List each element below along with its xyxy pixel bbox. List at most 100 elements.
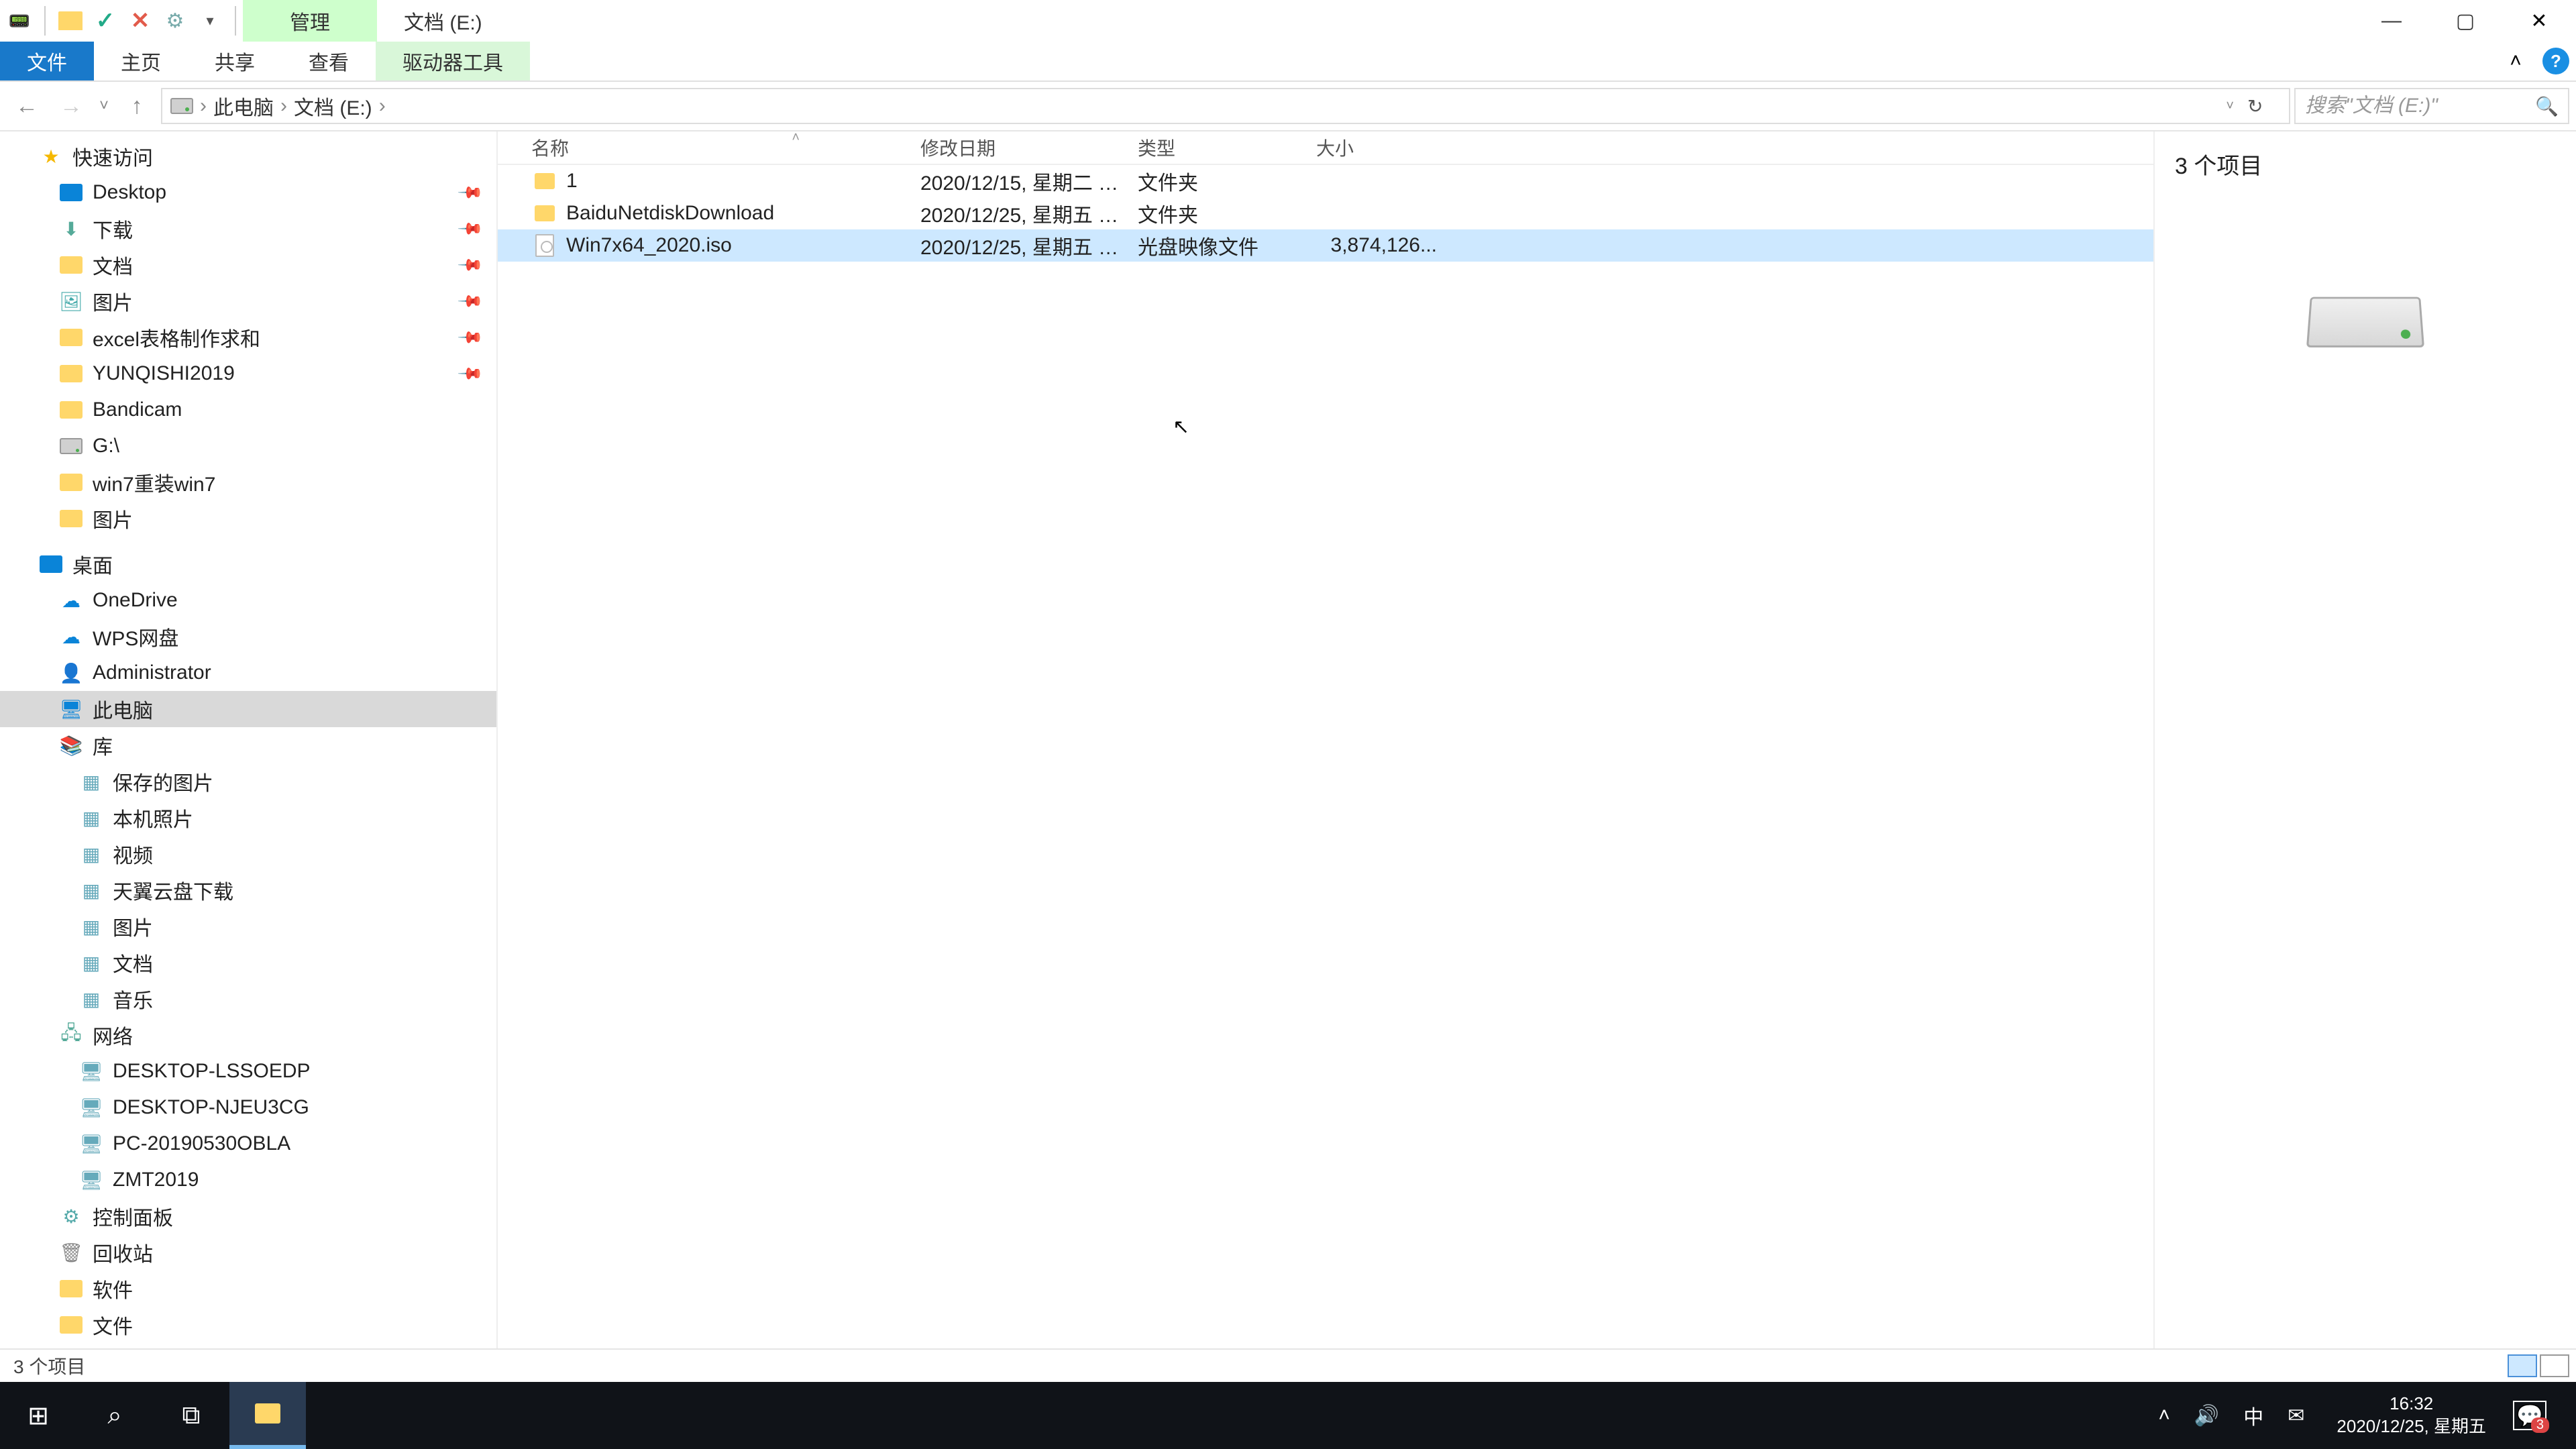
nav-qa-item[interactable]: YUNQISHI2019📌: [0, 356, 496, 392]
tray-chevron-up-icon[interactable]: ˄: [2153, 1404, 2176, 1427]
network-icon: 🖧: [58, 1022, 85, 1049]
nav-library-item[interactable]: ▦音乐: [0, 981, 496, 1017]
taskbar-explorer-button[interactable]: [229, 1382, 306, 1449]
nav-quick-access[interactable]: ★快速访问: [0, 138, 496, 174]
nav-network-item[interactable]: 🖥DESKTOP-LSSOEDP: [0, 1053, 496, 1089]
content-pane: 名称˄ 修改日期 类型 大小 ↖ 12020/12/15, 星期二 1...文件…: [496, 131, 2153, 1348]
nav-recycle-bin[interactable]: 🗑回收站: [0, 1234, 496, 1271]
maximize-button[interactable]: ▢: [2428, 0, 2502, 42]
nav-this-pc[interactable]: 🖥此电脑: [0, 691, 496, 727]
ribbon-tab-file[interactable]: 文件: [0, 42, 94, 80]
nav-library-item[interactable]: ▦保存的图片: [0, 763, 496, 800]
ribbon-tab-home[interactable]: 主页: [94, 42, 188, 80]
titlebar: 📟 ✓ ✕ ⚙ ▾ 管理 文档 (E:) — ▢ ✕: [0, 0, 2576, 42]
nav-library-item[interactable]: ▦天翼云盘下载: [0, 872, 496, 908]
qat-dropdown-icon[interactable]: ▾: [193, 4, 227, 38]
task-view-button[interactable]: ⧉: [153, 1382, 229, 1449]
nav-forward-button[interactable]: →: [51, 86, 91, 126]
refresh-icon[interactable]: ↻: [2247, 95, 2281, 117]
nav-control-panel[interactable]: ⚙控制面板: [0, 1198, 496, 1234]
nav-libraries[interactable]: 📚库: [0, 727, 496, 763]
column-header-date[interactable]: 修改日期: [920, 134, 1138, 161]
nav-item-label: 图片: [93, 504, 133, 533]
view-icons-button[interactable]: [2540, 1354, 2569, 1377]
address-bar[interactable]: › 此电脑 › 文档 (E:) › ˅ ↻: [161, 88, 2290, 124]
nav-desktop[interactable]: 桌面: [0, 546, 496, 582]
ribbon-tab-view[interactable]: 查看: [282, 42, 376, 80]
nav-item-label: 本机照片: [113, 803, 193, 833]
taskbar-search-button[interactable]: ⌕: [76, 1382, 153, 1449]
nav-up-button[interactable]: ↑: [117, 86, 157, 126]
chevron-right-icon[interactable]: ›: [280, 95, 287, 117]
nav-software[interactable]: 软件: [0, 1271, 496, 1307]
ribbon-tab-share[interactable]: 共享: [188, 42, 282, 80]
nav-network-item[interactable]: 🖥DESKTOP-NJEU3CG: [0, 1089, 496, 1126]
nav-library-item[interactable]: ▦本机照片: [0, 800, 496, 836]
folder-icon: [58, 252, 85, 278]
file-list[interactable]: ↖ 12020/12/15, 星期二 1...文件夹BaiduNetdiskDo…: [498, 165, 2153, 1348]
nav-back-button[interactable]: ←: [7, 86, 47, 126]
nav-library-item[interactable]: ▦ 图片: [0, 908, 496, 945]
app-icon[interactable]: 📟: [3, 4, 36, 38]
nav-qa-item[interactable]: excel表格制作求和📌: [0, 319, 496, 356]
nav-qa-item[interactable]: 文档📌: [0, 247, 496, 283]
nav-network-item[interactable]: 🖥ZMT2019: [0, 1162, 496, 1198]
checkmark-icon[interactable]: ✓: [89, 4, 122, 38]
column-header-name[interactable]: 名称˄: [531, 134, 920, 161]
computer-icon: 🖥: [78, 1167, 105, 1193]
pin-icon: 📌: [456, 360, 484, 388]
nav-administrator[interactable]: 👤Administrator: [0, 655, 496, 691]
library-item-icon: ▦: [78, 913, 105, 940]
nav-qa-item[interactable]: G:\: [0, 428, 496, 464]
nav-qa-item[interactable]: 🖼图片📌: [0, 283, 496, 319]
ribbon-tab-drive-tools[interactable]: 驱动器工具: [376, 42, 530, 80]
nav-library-item[interactable]: ▦文档: [0, 945, 496, 981]
close-button[interactable]: ✕: [2502, 0, 2576, 42]
chevron-right-icon[interactable]: ›: [200, 95, 207, 117]
search-input[interactable]: [2305, 95, 2559, 117]
main-area: ★快速访问 Desktop📌⬇下载📌文档📌🖼图片📌excel表格制作求和📌YUN…: [0, 131, 2576, 1348]
nav-history-dropdown[interactable]: ˅: [95, 97, 113, 115]
column-header-size[interactable]: 大小: [1316, 134, 1450, 161]
search-icon[interactable]: 🔍: [2535, 95, 2559, 117]
start-button[interactable]: ⊞: [0, 1382, 76, 1449]
star-icon: ★: [38, 143, 64, 170]
nav-qa-item[interactable]: 图片: [0, 500, 496, 537]
nav-qa-item[interactable]: Bandicam: [0, 392, 496, 428]
qat-folder-icon[interactable]: [54, 4, 87, 38]
file-row[interactable]: 12020/12/15, 星期二 1...文件夹: [498, 165, 2153, 197]
nav-qa-item[interactable]: ⬇下载📌: [0, 211, 496, 247]
nav-network-item[interactable]: 🖥PC-20190530OBLA: [0, 1126, 496, 1162]
minimize-button[interactable]: —: [2355, 0, 2428, 42]
volume-icon[interactable]: 🔊: [2189, 1404, 2224, 1428]
breadcrumb-thispc[interactable]: 此电脑: [213, 91, 274, 121]
nav-network[interactable]: 🖧网络: [0, 1017, 496, 1053]
nav-qa-item[interactable]: win7重装win7: [0, 464, 496, 500]
action-center-button[interactable]: 💬3: [2513, 1401, 2546, 1430]
library-item-icon: ▦: [78, 949, 105, 976]
nav-wps[interactable]: ☁WPS网盘: [0, 619, 496, 655]
properties-icon[interactable]: ⚙: [158, 4, 192, 38]
breadcrumb-current[interactable]: 文档 (E:): [294, 91, 372, 121]
search-box[interactable]: 🔍: [2294, 88, 2569, 124]
chevron-right-icon[interactable]: ›: [379, 95, 386, 117]
nav-item-label: 图片: [113, 912, 153, 941]
nav-qa-item[interactable]: Desktop📌: [0, 174, 496, 211]
context-tab[interactable]: 管理: [243, 0, 377, 42]
nav-library-item[interactable]: ▦视频: [0, 836, 496, 872]
view-details-button[interactable]: [2508, 1354, 2537, 1377]
mouse-cursor-icon: ↖: [1173, 415, 1189, 439]
nav-onedrive[interactable]: ☁OneDrive: [0, 582, 496, 619]
taskbar-clock[interactable]: 16:32 2020/12/25, 星期五: [2323, 1393, 2500, 1438]
address-dropdown-icon[interactable]: ˅: [2226, 99, 2241, 114]
nav-files[interactable]: 文件: [0, 1307, 496, 1343]
help-icon[interactable]: ?: [2542, 48, 2569, 74]
file-row[interactable]: BaiduNetdiskDownload2020/12/25, 星期五 1...…: [498, 197, 2153, 229]
navigation-pane[interactable]: ★快速访问 Desktop📌⬇下载📌文档📌🖼图片📌excel表格制作求和📌YUN…: [0, 131, 496, 1348]
tray-app-icon[interactable]: ✉: [2282, 1404, 2310, 1428]
file-row[interactable]: Win7x64_2020.iso2020/12/25, 星期五 1...光盘映像…: [498, 229, 2153, 262]
column-header-type[interactable]: 类型: [1138, 134, 1316, 161]
ime-indicator[interactable]: 中: [2238, 1401, 2269, 1430]
x-icon[interactable]: ✕: [123, 4, 157, 38]
ribbon-expand-icon[interactable]: ˄: [2502, 48, 2529, 74]
